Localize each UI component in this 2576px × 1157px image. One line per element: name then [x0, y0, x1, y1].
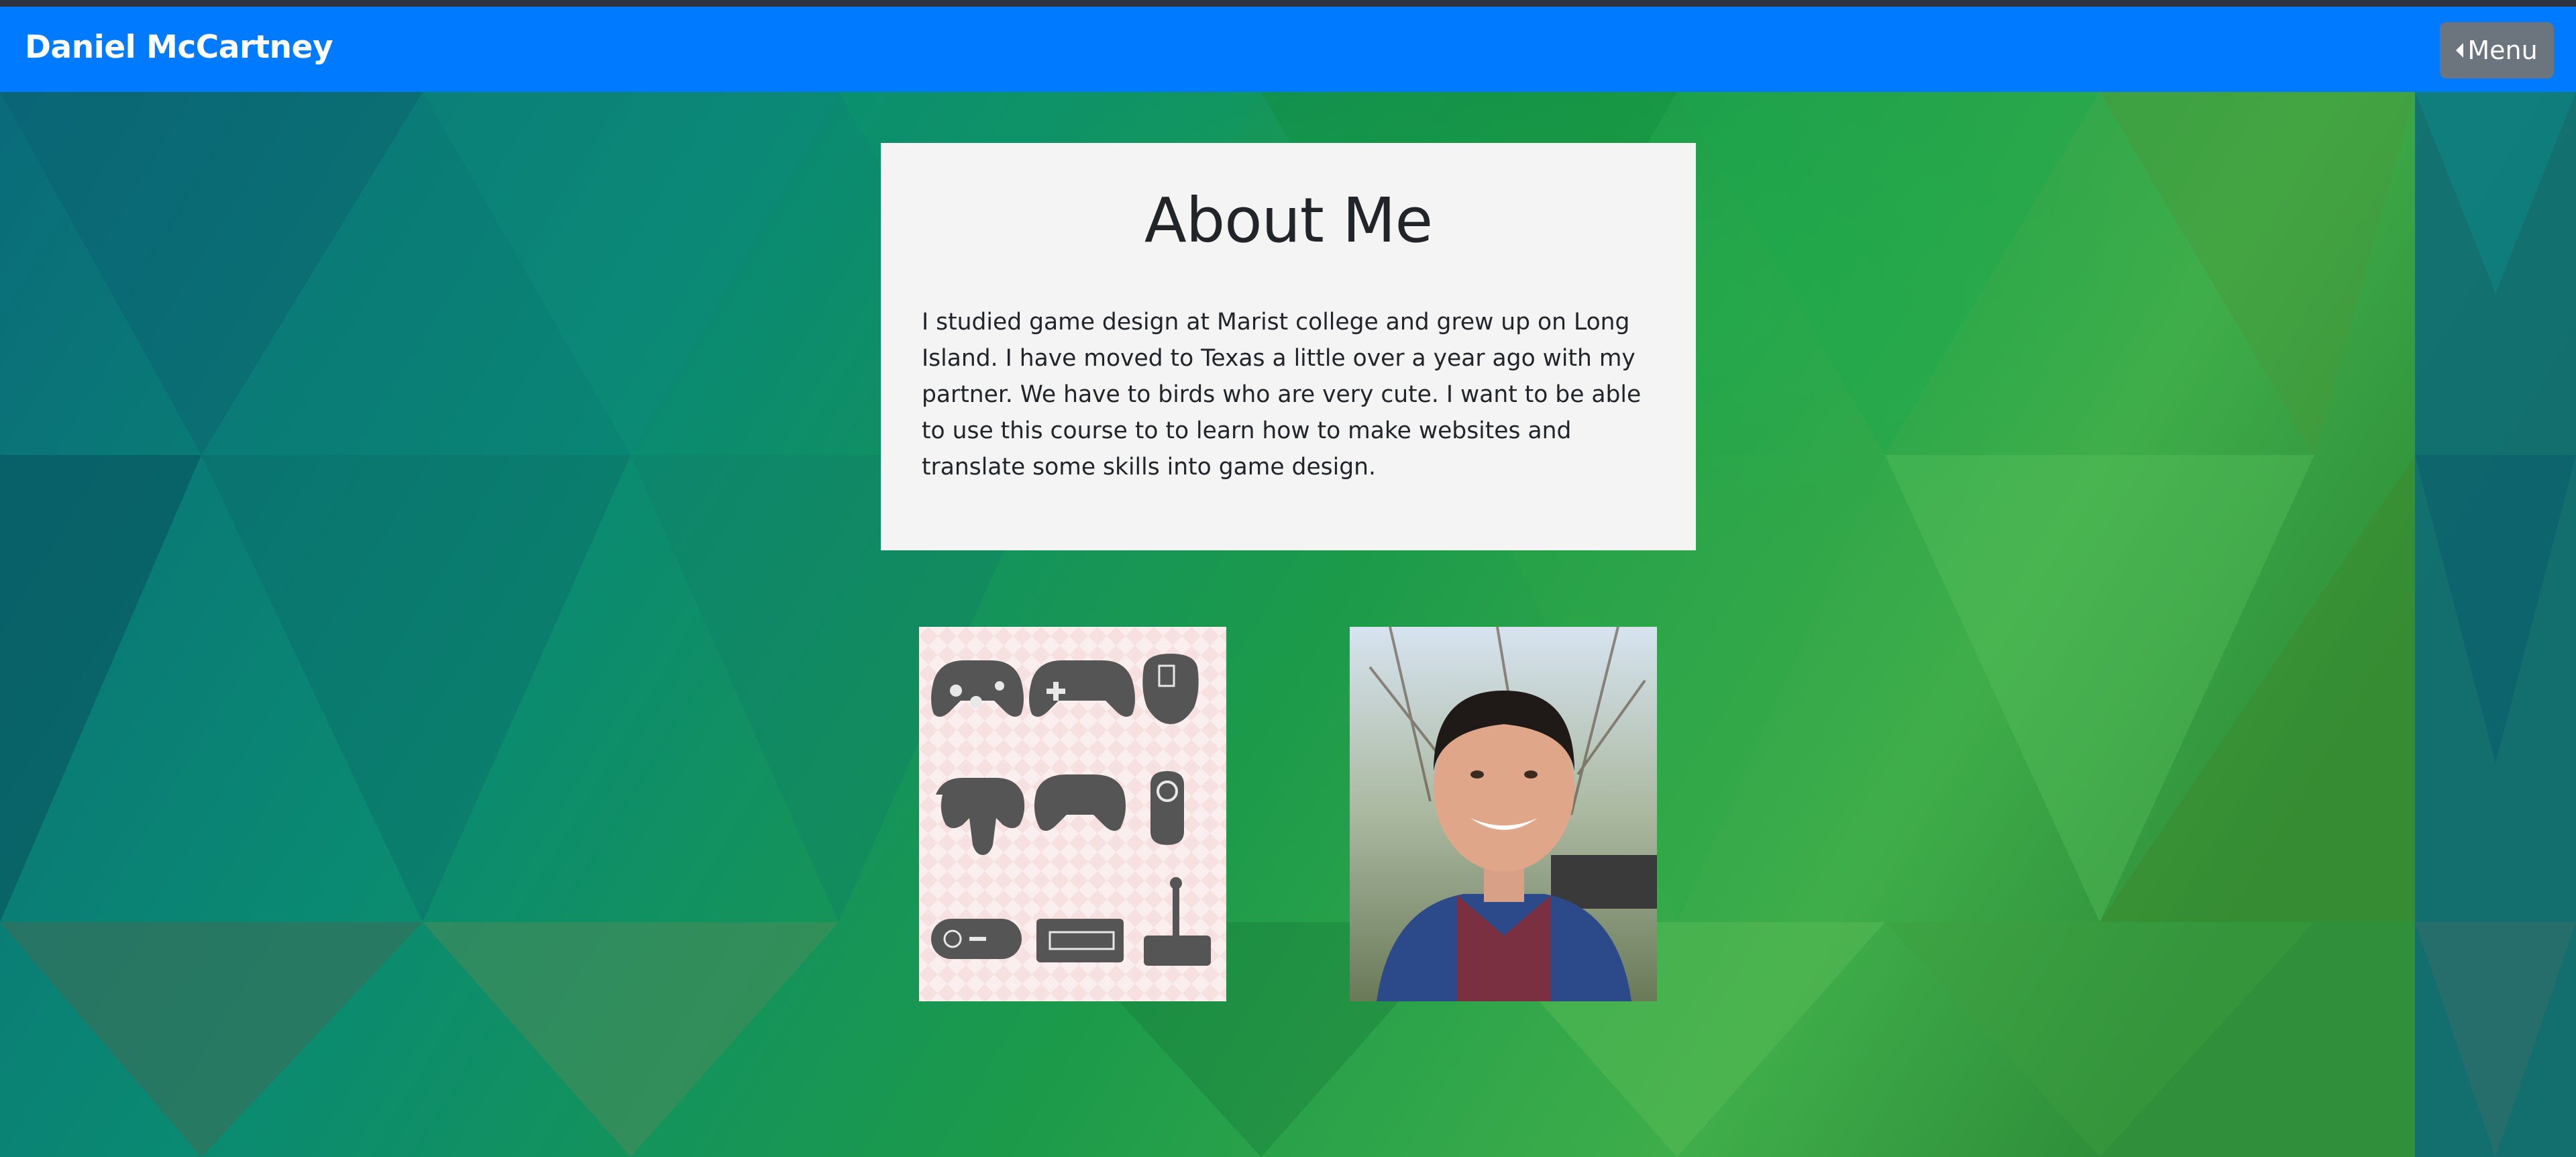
site-brand[interactable]: Daniel McCartney — [25, 29, 333, 66]
menu-button-label: Menu — [2467, 36, 2538, 65]
window-top-strip — [0, 0, 2576, 7]
game-controllers-image — [919, 627, 1226, 1001]
menu-button[interactable]: Menu — [2440, 22, 2554, 79]
about-title: About Me — [1144, 185, 1433, 256]
about-text: I studied game design at Marist college … — [922, 309, 1642, 481]
about-card: About Me I studied game design at Marist… — [881, 143, 1696, 550]
navbar: Daniel McCartney Menu — [0, 7, 2576, 92]
caret-left-icon — [2456, 43, 2464, 58]
portrait-image — [1350, 627, 1657, 1001]
